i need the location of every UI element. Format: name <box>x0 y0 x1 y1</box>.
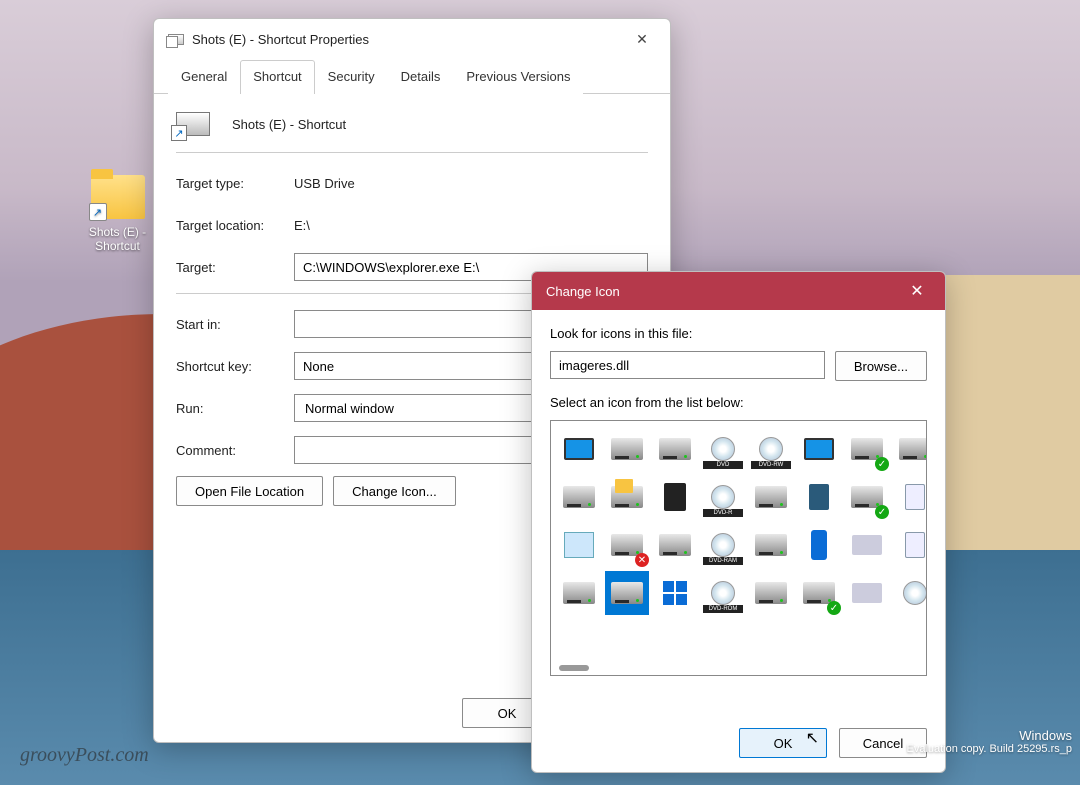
icon-choice[interactable]: DVD-R <box>701 475 745 519</box>
target-location-value: E:\ <box>294 218 310 233</box>
target-type-label: Target type: <box>176 176 294 191</box>
icon-choice[interactable] <box>653 571 697 615</box>
ci-close-button[interactable]: ✕ <box>897 277 937 305</box>
icon-choice[interactable] <box>557 571 601 615</box>
shortcut-name: Shots (E) - Shortcut <box>232 117 346 132</box>
horizontal-scrollbar[interactable] <box>559 665 589 671</box>
icon-choice[interactable]: DVD-RW <box>749 427 793 471</box>
icon-choice[interactable] <box>893 571 927 615</box>
icon-choice[interactable]: DVD-ROM <box>701 571 745 615</box>
icon-choice[interactable] <box>797 523 841 567</box>
icon-choice[interactable] <box>893 427 927 471</box>
shortcut-label: Shots (E) - Shortcut <box>75 225 160 253</box>
icon-grid: DVDDVD-RW ✓ DVD-R ✓ ✕ DVD-RAMDVD-ROM ✓ <box>550 420 927 676</box>
icon-choice[interactable] <box>893 475 927 519</box>
icon-choice[interactable] <box>797 427 841 471</box>
icon-choice[interactable] <box>893 523 927 567</box>
icon-choice[interactable] <box>605 427 649 471</box>
icon-choice[interactable] <box>605 571 649 615</box>
folder-icon: ↗ <box>91 175 145 219</box>
tab-general[interactable]: General <box>168 60 240 94</box>
icon-choice[interactable] <box>557 475 601 519</box>
look-for-label: Look for icons in this file: <box>550 326 927 341</box>
icon-choice[interactable]: ✕ <box>605 523 649 567</box>
icon-choice[interactable] <box>749 571 793 615</box>
tab-strip: General Shortcut Security Details Previo… <box>154 59 670 94</box>
tab-shortcut[interactable]: Shortcut <box>240 60 314 94</box>
tab-previous-versions[interactable]: Previous Versions <box>453 60 583 94</box>
watermark: groovyPost.com <box>20 744 149 767</box>
tab-security[interactable]: Security <box>315 60 388 94</box>
shortcut-large-icon: ↗ <box>176 112 210 136</box>
browse-button[interactable]: Browse... <box>835 351 927 381</box>
icon-choice[interactable] <box>653 475 697 519</box>
ci-title: Change Icon <box>546 284 620 299</box>
desktop-shortcut[interactable]: ↗ Shots (E) - Shortcut <box>75 175 160 253</box>
icon-file-input[interactable] <box>550 351 825 379</box>
open-file-location-button[interactable]: Open File Location <box>176 476 323 506</box>
change-icon-dialog: Change Icon ✕ Look for icons in this fil… <box>531 271 946 773</box>
icon-choice[interactable]: DVD-RAM <box>701 523 745 567</box>
shortcut-key-label: Shortcut key: <box>176 359 294 374</box>
icon-choice[interactable] <box>749 475 793 519</box>
close-button[interactable]: ✕ <box>622 25 662 53</box>
tab-details[interactable]: Details <box>388 60 454 94</box>
icon-choice[interactable] <box>653 427 697 471</box>
icon-choice[interactable]: DVD <box>701 427 745 471</box>
target-location-label: Target location: <box>176 218 294 233</box>
icon-choice[interactable] <box>797 475 841 519</box>
titlebar[interactable]: ↗ Shots (E) - Shortcut Properties ✕ <box>154 19 670 59</box>
icon-choice[interactable]: ✓ <box>845 427 889 471</box>
windows-watermark: Windows Evaluation copy. Build 25295.rs_… <box>906 728 1072 755</box>
icon-choice[interactable] <box>605 475 649 519</box>
icon-choice[interactable] <box>749 523 793 567</box>
icon-choice[interactable] <box>845 571 889 615</box>
ci-ok-button[interactable]: OK <box>739 728 827 758</box>
icon-choice[interactable]: ✓ <box>845 475 889 519</box>
icon-choice[interactable] <box>557 427 601 471</box>
icon-choice[interactable] <box>845 523 889 567</box>
select-icon-label: Select an icon from the list below: <box>550 395 927 410</box>
drive-shortcut-icon: ↗ <box>168 34 184 45</box>
icon-choice[interactable]: ✓ <box>797 571 841 615</box>
icon-choice[interactable] <box>557 523 601 567</box>
window-title: Shots (E) - Shortcut Properties <box>192 32 369 47</box>
change-icon-button[interactable]: Change Icon... <box>333 476 456 506</box>
icon-choice[interactable] <box>653 523 697 567</box>
start-in-label: Start in: <box>176 317 294 332</box>
target-label: Target: <box>176 260 294 275</box>
comment-label: Comment: <box>176 443 294 458</box>
target-type-value: USB Drive <box>294 176 355 191</box>
ci-titlebar[interactable]: Change Icon ✕ <box>532 272 945 310</box>
run-label: Run: <box>176 401 294 416</box>
